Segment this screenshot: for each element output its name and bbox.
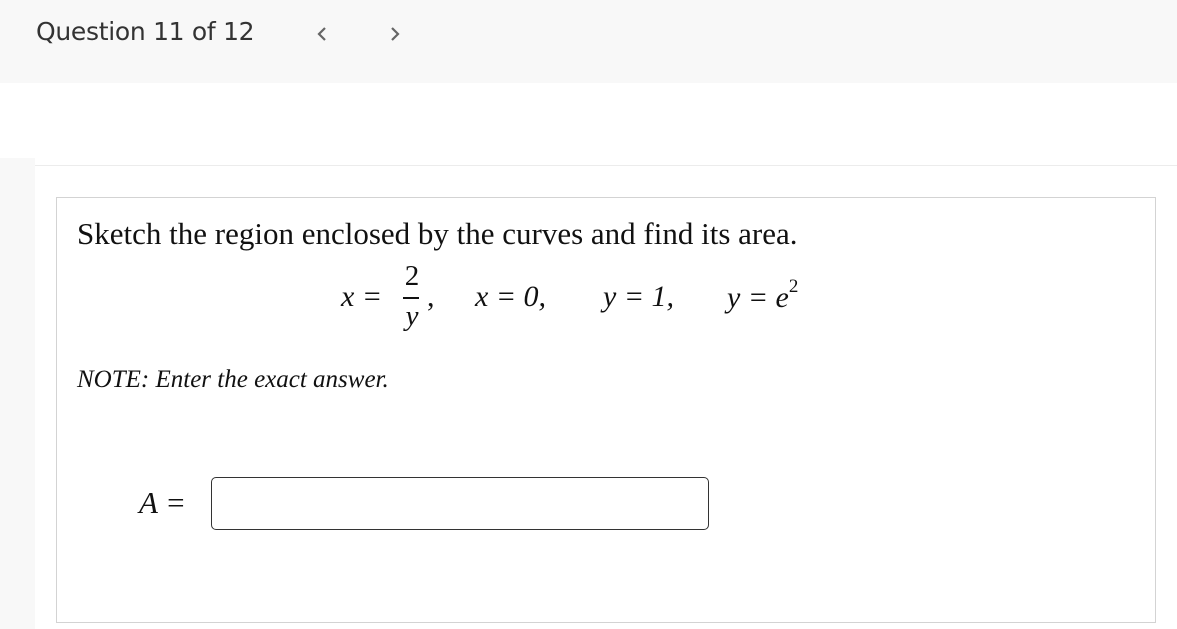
question-box: Sketch the region enclosed by the curves…: [56, 197, 1156, 623]
answer-label: A =: [139, 485, 186, 521]
previous-question-button[interactable]: [309, 20, 335, 48]
curve-y-equals-1: y = 1,: [603, 280, 675, 313]
next-question-button[interactable]: [382, 20, 408, 48]
exact-answer-note: NOTE: Enter the exact answer.: [77, 366, 389, 393]
curve4-exponent: 2: [788, 276, 799, 297]
section-divider: [35, 165, 1177, 166]
question-prompt: Sketch the region enclosed by the curves…: [77, 216, 798, 251]
curve4-base: y = e: [727, 281, 789, 314]
equation-separator: ,: [427, 280, 435, 313]
left-sidebar-strip: [0, 158, 35, 629]
question-header: Question 11 of 12: [0, 0, 1177, 83]
curve-x-equals-0: x = 0,: [475, 280, 547, 313]
fraction-bar: [403, 297, 419, 299]
fraction-numerator: 2: [404, 260, 420, 292]
fraction-denominator: y: [405, 300, 419, 332]
answer-label-text: A =: [139, 485, 187, 520]
chevron-left-icon: [317, 27, 326, 41]
question-counter: Question 11 of 12: [36, 17, 255, 46]
curve1-lhs: x =: [341, 280, 383, 313]
chevron-right-icon: [391, 27, 400, 41]
area-answer-input[interactable]: [211, 477, 709, 530]
curve-y-equals-e-squared: y = e2: [727, 276, 798, 315]
